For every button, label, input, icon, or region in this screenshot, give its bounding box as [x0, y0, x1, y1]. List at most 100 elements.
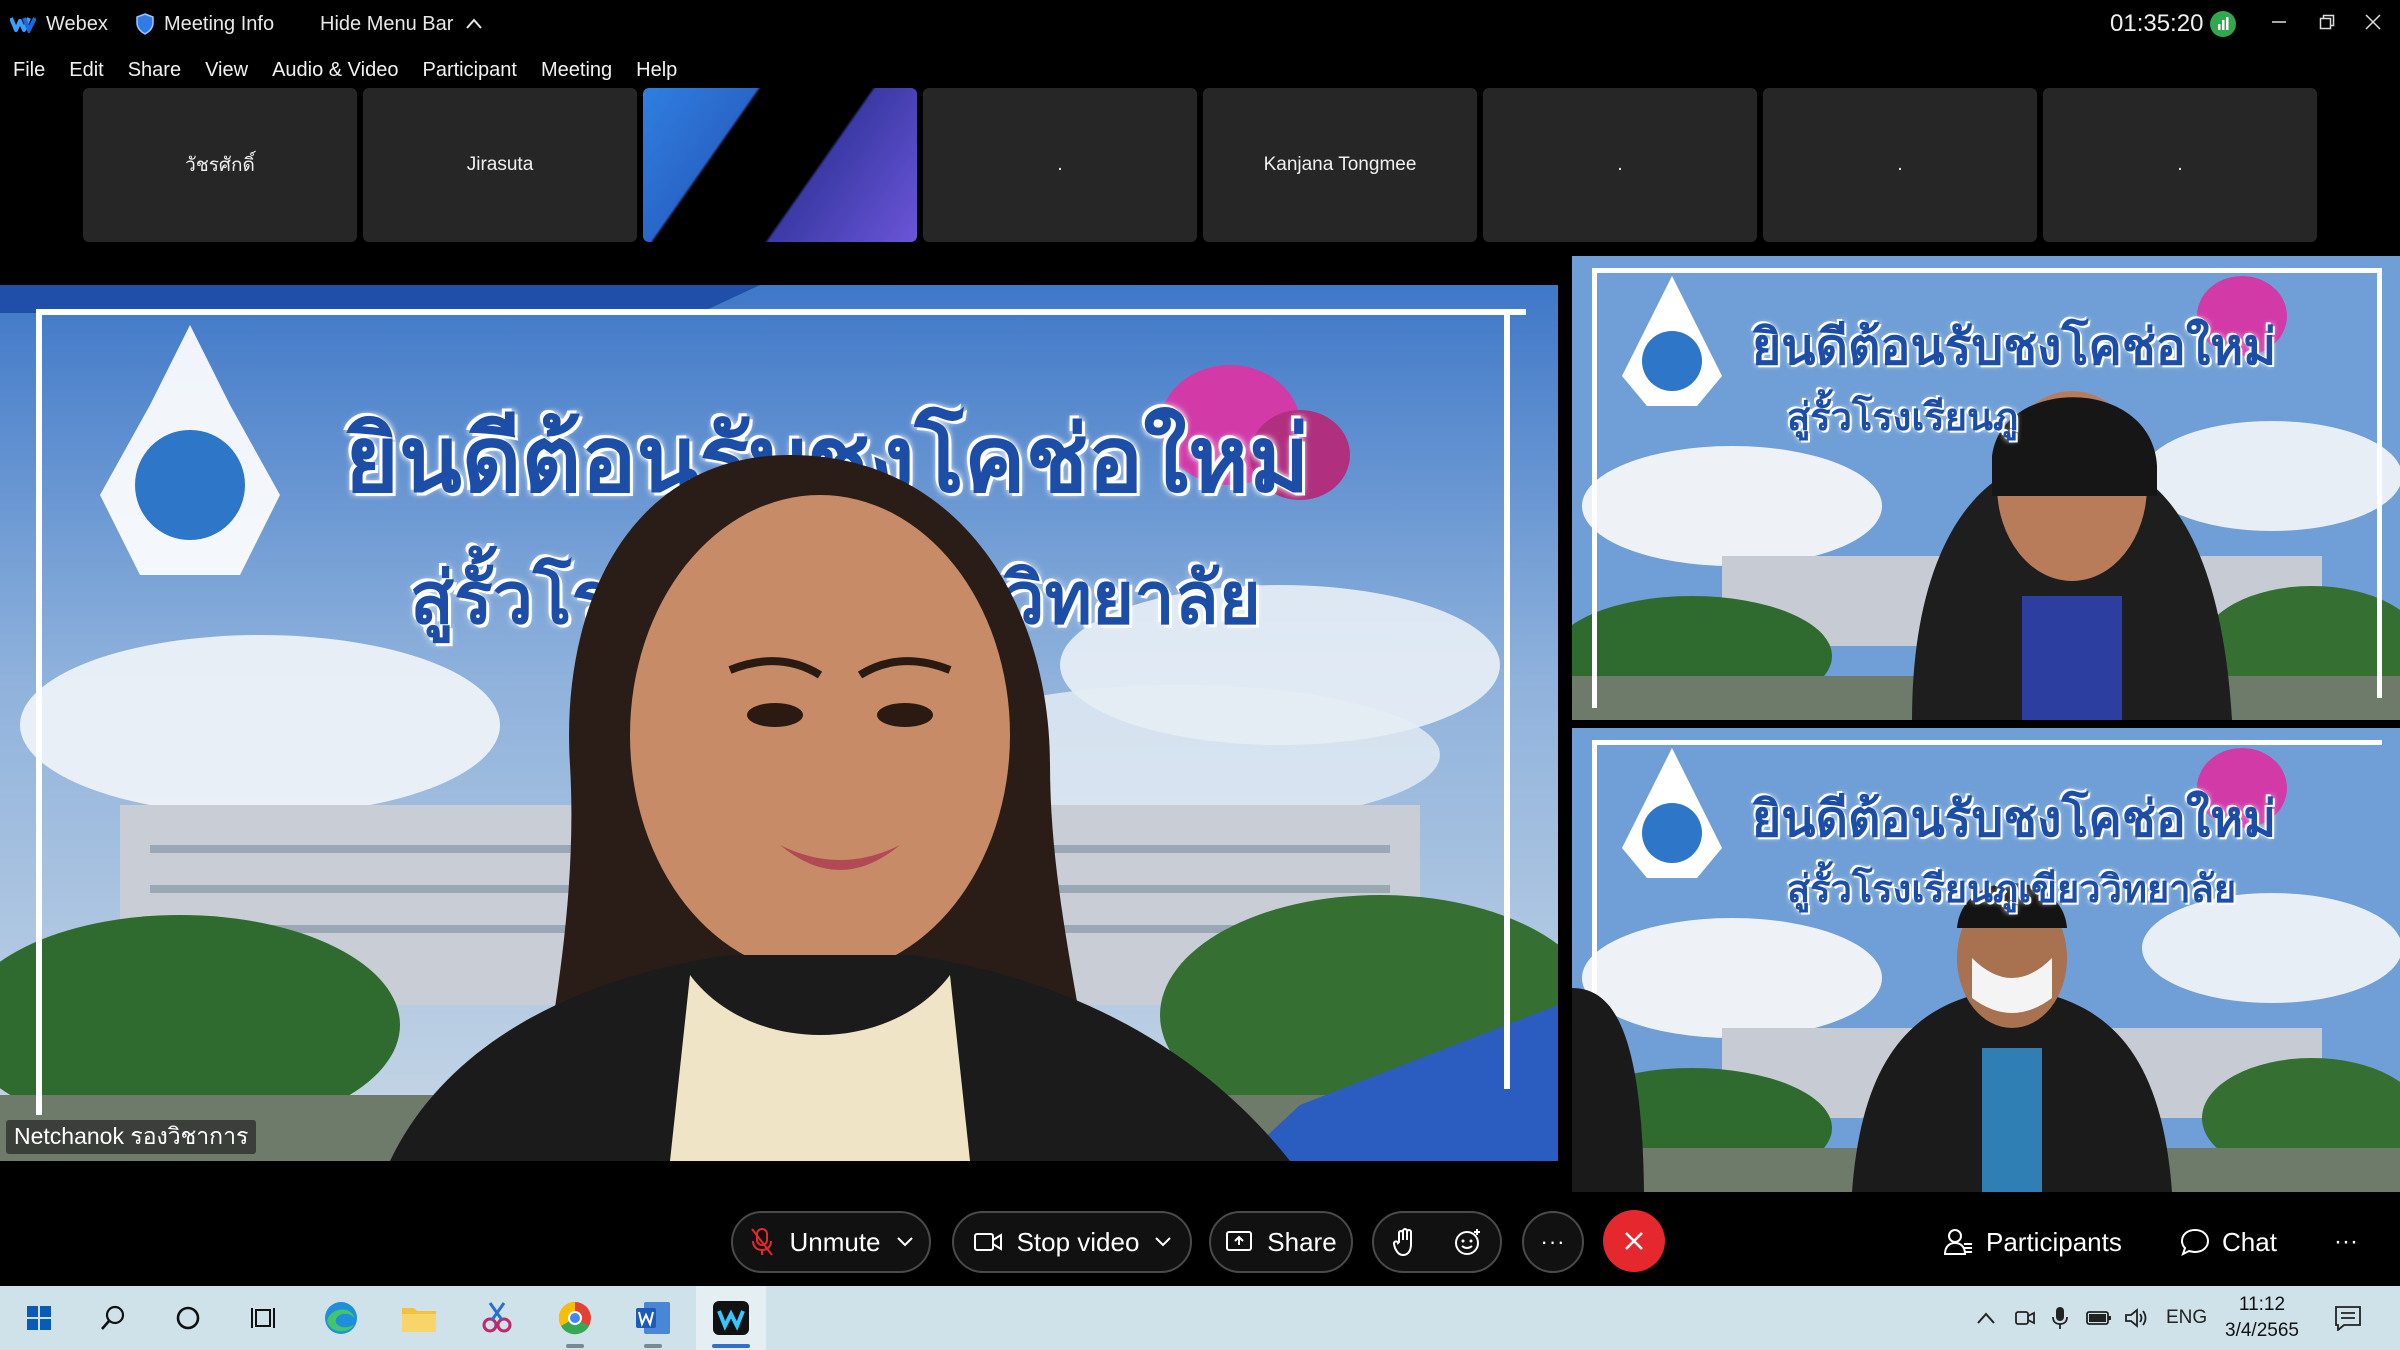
menu-audio-video[interactable]: Audio & Video	[272, 57, 398, 84]
more-button[interactable]: ···	[2334, 1211, 2358, 1273]
more-options-button[interactable]: ···	[1522, 1211, 1584, 1273]
reactions-emoji-icon[interactable]	[1453, 1227, 1483, 1257]
leave-meeting-button[interactable]	[1603, 1210, 1665, 1272]
meeting-info-label: Meeting Info	[164, 12, 275, 35]
webex-logo-icon	[9, 15, 37, 35]
close-icon	[1625, 1232, 1643, 1250]
chrome-browser-icon	[558, 1301, 591, 1335]
word-app[interactable]	[618, 1286, 688, 1350]
task-view-icon	[251, 1308, 275, 1328]
snip-app[interactable]	[462, 1286, 532, 1350]
task-view-button[interactable]	[228, 1286, 298, 1350]
menu-meeting[interactable]: Meeting	[541, 57, 612, 84]
hide-menu-bar-button[interactable]: Hide Menu Bar	[320, 0, 483, 48]
volume-icon[interactable]	[2124, 1286, 2148, 1350]
app-name: Webex	[46, 12, 108, 35]
start-button[interactable]	[4, 1286, 74, 1350]
share-screen-icon	[1225, 1230, 1253, 1254]
speaker-person	[390, 455, 1290, 1161]
meeting-info-button[interactable]: Meeting Info	[136, 0, 274, 48]
banner-title: ยินดีต้อนรับชงโคช่อใหม่	[1752, 791, 2277, 847]
folder-icon	[402, 1308, 436, 1332]
menu-edit[interactable]: Edit	[69, 57, 103, 84]
hide-menu-bar-label: Hide Menu Bar	[320, 12, 454, 35]
speaker-name-tag: Netchanok รองวิชาการ	[6, 1120, 257, 1154]
microphone-in-use-icon[interactable]	[2052, 1286, 2068, 1350]
webex-app-icon	[713, 1301, 749, 1335]
chevron-down-icon[interactable]	[1155, 1237, 1172, 1247]
close-icon	[2365, 14, 2381, 30]
microphone-muted-icon	[749, 1227, 775, 1257]
clock-date: 3/4/2565	[2225, 1320, 2299, 1341]
share-button[interactable]: Share	[1209, 1211, 1353, 1273]
battery-icon[interactable]	[2086, 1286, 2112, 1350]
show-hidden-icons-button[interactable]	[1976, 1286, 1996, 1350]
cortana-button[interactable]	[153, 1286, 223, 1350]
title-bar: Webex Meeting Info Hide Menu Bar 01:35:2…	[0, 0, 2400, 48]
system-clock[interactable]: 11:12 3/4/2565	[2220, 1292, 2304, 1344]
video-camera-icon	[973, 1231, 1003, 1253]
menu-bar: File Edit Share View Audio & Video Parti…	[0, 52, 689, 88]
search-button[interactable]	[78, 1286, 148, 1350]
stop-video-button[interactable]: Stop video	[952, 1211, 1192, 1273]
search-icon	[101, 1305, 125, 1330]
shield-icon	[136, 13, 154, 35]
edge-app[interactable]	[306, 1286, 376, 1350]
more-options-icon: ···	[1540, 1229, 1566, 1254]
clock-time: 11:12	[2238, 1294, 2286, 1315]
unmute-label: Unmute	[789, 1226, 881, 1257]
banner-subtitle: สู่รั้วโรงเรียนภู	[1787, 397, 2019, 439]
participants-button[interactable]: Participants	[1944, 1211, 2122, 1273]
participant-thumbnail[interactable]: Jirasuta	[363, 88, 637, 242]
stop-video-label: Stop video	[1016, 1226, 1140, 1257]
chat-bubble-icon	[2180, 1228, 2210, 1256]
menu-share[interactable]: Share	[128, 57, 181, 84]
raise-hand-icon[interactable]	[1392, 1227, 1418, 1257]
app-logo: Webex	[9, 0, 108, 48]
notification-icon	[2335, 1306, 2361, 1331]
participant-thumbnail[interactable]: .	[923, 88, 1197, 242]
chevron-up-icon	[1977, 1312, 1995, 1324]
unmute-button[interactable]: Unmute	[731, 1211, 931, 1273]
menu-view[interactable]: View	[205, 57, 248, 84]
close-window-button[interactable]	[2350, 0, 2396, 44]
restore-button[interactable]	[2304, 0, 2350, 44]
webex-app[interactable]	[696, 1286, 766, 1350]
chrome-app[interactable]	[540, 1286, 610, 1350]
reactions-group	[1372, 1211, 1502, 1273]
participant-video[interactable]: ยินดีต้อนรับชงโคช่อใหม่ สู่รั้วโรงเรียนภ…	[1572, 256, 2400, 720]
file-explorer-app[interactable]	[384, 1286, 454, 1350]
snipping-tool-icon	[482, 1302, 512, 1333]
participant-video[interactable]: ยินดีต้อนรับชงโคช่อใหม่ สู่รั้วโรงเรียนภ…	[1572, 728, 2400, 1192]
participant-thumbnail-video[interactable]	[643, 88, 917, 242]
active-speaker-video[interactable]: ยินดีต้อนรับชงโคช่อใหม่ สู่รั้วโรงเรียนภ…	[0, 285, 1558, 1161]
participant-thumbnail[interactable]: Kanjana Tongmee	[1203, 88, 1477, 242]
menu-help[interactable]: Help	[636, 57, 677, 84]
input-language[interactable]: ENG	[2166, 1286, 2207, 1350]
chat-label: Chat	[2222, 1226, 2277, 1257]
participant-thumbnail[interactable]: .	[1763, 88, 2037, 242]
minimize-icon	[2272, 21, 2286, 23]
chat-button[interactable]: Chat	[2180, 1211, 2277, 1273]
menu-participant[interactable]: Participant	[422, 57, 517, 84]
participant-thumbnail[interactable]: .	[2043, 88, 2317, 242]
cortana-icon	[176, 1306, 200, 1330]
camera-in-use-icon[interactable]	[2014, 1286, 2036, 1350]
network-health-icon[interactable]	[2210, 11, 2236, 37]
participants-icon	[1944, 1228, 1974, 1256]
notification-center-button[interactable]	[2334, 1286, 2362, 1350]
elapsed-time: 01:35:20	[2110, 10, 2204, 37]
word-icon	[636, 1302, 670, 1334]
minimize-button[interactable]	[2256, 0, 2302, 44]
chevron-up-icon	[466, 18, 483, 29]
banner-title: ยินดีต้อนรับชงโคช่อใหม่	[1752, 319, 2277, 375]
participants-label: Participants	[1986, 1226, 2122, 1257]
participant-thumbnail[interactable]: .	[1483, 88, 1757, 242]
windows-taskbar: ENG 11:12 3/4/2565	[0, 1286, 2400, 1350]
more-icon: ···	[2334, 1228, 2358, 1255]
chevron-down-icon[interactable]	[896, 1237, 913, 1247]
windows-logo-icon	[27, 1306, 51, 1330]
share-label: Share	[1267, 1226, 1337, 1257]
menu-file[interactable]: File	[13, 57, 45, 84]
participant-thumbnail[interactable]: วัชรศักดิ์	[83, 88, 357, 242]
